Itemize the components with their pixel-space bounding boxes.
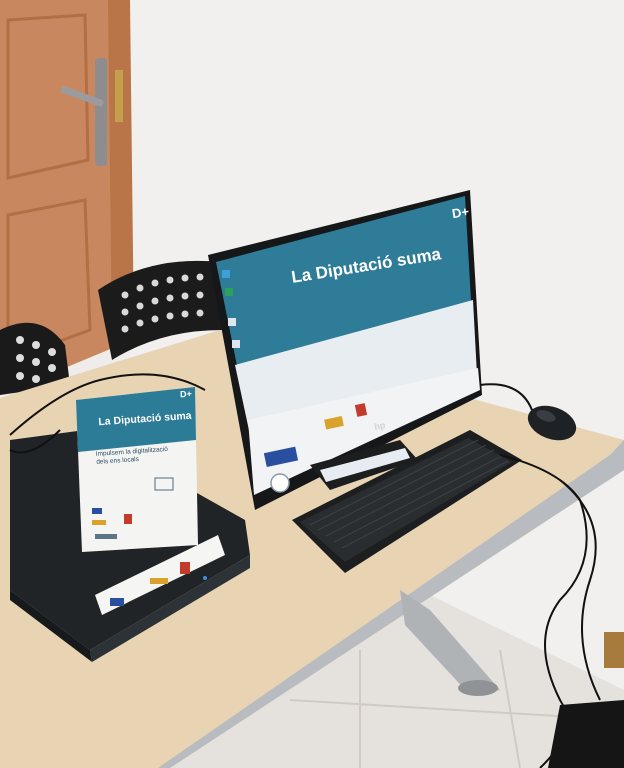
eu-flag-icon xyxy=(110,598,124,606)
laptop-led xyxy=(203,576,207,580)
scene-drawing: hp xyxy=(0,0,624,768)
desktop-icon[interactable] xyxy=(222,270,230,278)
desk-foot xyxy=(458,680,498,696)
start-icon[interactable] xyxy=(270,473,290,493)
door-hinge xyxy=(115,70,123,122)
sign-spain-logo-icon xyxy=(92,520,106,525)
sign-diputacio-logo-icon xyxy=(95,534,117,539)
wall-socket xyxy=(604,632,624,668)
desktop-icon[interactable] xyxy=(225,288,233,296)
door-handle-plate xyxy=(95,58,107,166)
recovery-logo-icon xyxy=(180,562,190,574)
desktop-icon[interactable] xyxy=(228,318,236,326)
sign-recovery-logo-icon xyxy=(124,514,132,524)
sign-eu-flag-icon xyxy=(92,508,102,514)
sign-logo: D+ xyxy=(179,388,193,400)
spain-logo-icon xyxy=(150,578,168,584)
desktop-icon[interactable] xyxy=(232,340,240,348)
screen-logo: D+ xyxy=(450,203,471,222)
bag xyxy=(548,700,624,768)
photo-scene: hp D+ La Diputació suma D+ La Diputació … xyxy=(0,0,624,768)
